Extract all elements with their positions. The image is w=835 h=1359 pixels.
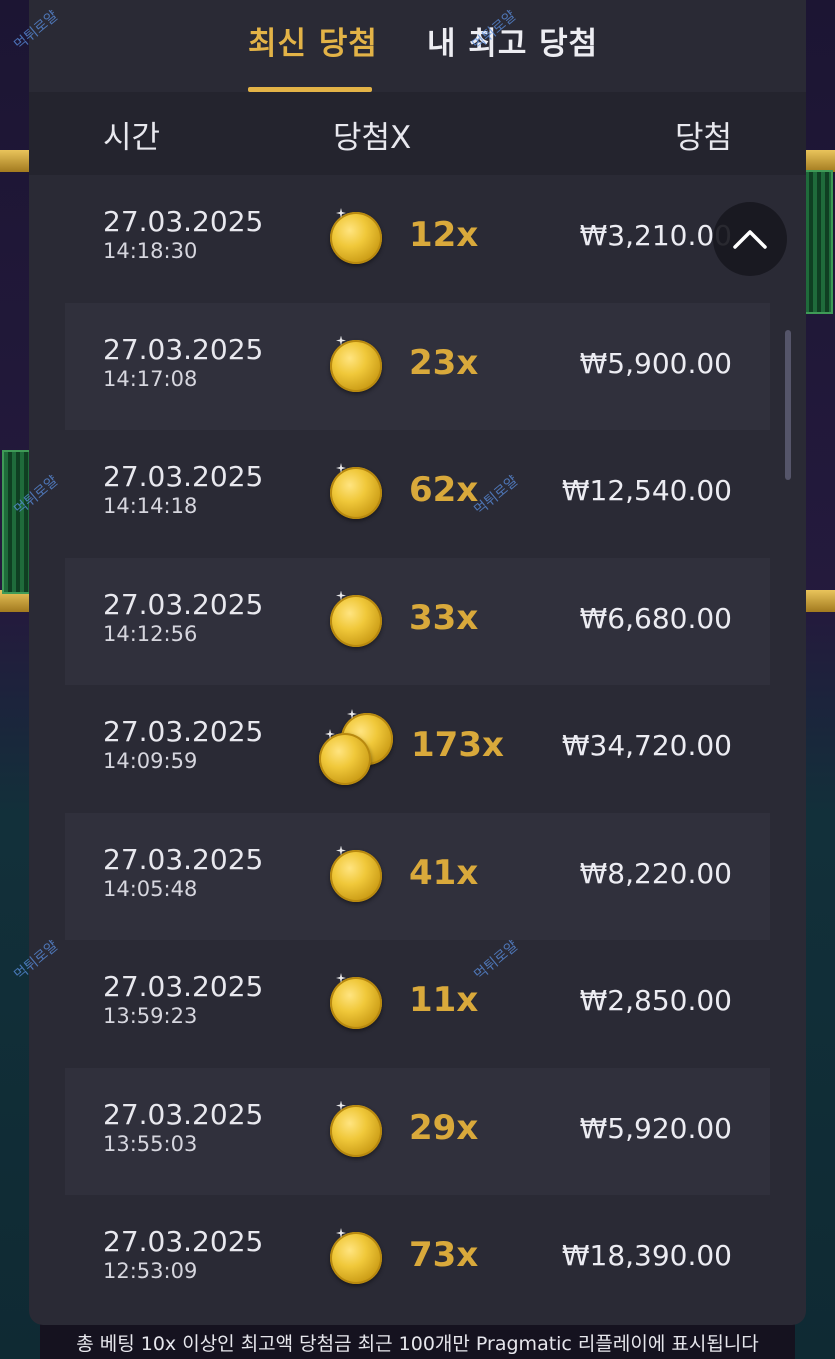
table-header: 시간 당첨X 당첨 bbox=[29, 92, 806, 175]
win-date: 27.03.2025 bbox=[103, 715, 264, 748]
table-row: 27.03.2025 13:55:03 29x ₩5,920.00 bbox=[65, 1067, 770, 1195]
win-amount: ₩34,720.00 bbox=[561, 729, 732, 762]
win-date: 27.03.2025 bbox=[103, 1225, 264, 1258]
gold-coin-icon bbox=[330, 212, 382, 264]
win-amount: ₩5,900.00 bbox=[579, 346, 732, 380]
column-header-time: 시간 bbox=[103, 120, 161, 156]
win-date: 27.03.2025 bbox=[103, 970, 264, 1003]
win-multiplier: 33x bbox=[409, 597, 479, 638]
table-row: 27.03.2025 14:17:08 23x ₩5,900.00 bbox=[65, 302, 770, 430]
win-multiplier: 41x bbox=[409, 852, 479, 893]
tab-bar: 최신 당첨 내 최고 당첨 bbox=[29, 0, 806, 92]
table-row: 27.03.2025 14:14:18 62x ₩12,540.00 bbox=[65, 430, 770, 557]
wins-panel: 최신 당첨 내 최고 당첨 시간 당첨X 당첨 27.03.2025 14:18:… bbox=[29, 0, 806, 1325]
win-multiplier: 73x bbox=[409, 1235, 479, 1275]
jade-tile-ornament bbox=[803, 170, 833, 314]
win-date: 27.03.2025 bbox=[103, 332, 264, 366]
win-time: 14:05:48 bbox=[103, 876, 198, 901]
win-multiplier: 173x bbox=[411, 725, 504, 765]
tab-latest-wins[interactable]: 최신 당첨 bbox=[248, 18, 378, 63]
win-multiplier: 62x bbox=[409, 470, 479, 510]
gold-coin-icon bbox=[330, 849, 382, 902]
table-row: 27.03.2025 14:09:59 173x ₩34,720.00 bbox=[65, 685, 770, 812]
table-row: 27.03.2025 14:12:56 33x ₩6,680.00 bbox=[65, 557, 770, 685]
table-row: 27.03.2025 13:59:23 11x ₩2,850.00 bbox=[65, 940, 770, 1067]
win-multiplier: 29x bbox=[409, 1107, 479, 1148]
table-row: 27.03.2025 14:05:48 41x ₩8,220.00 bbox=[65, 812, 770, 940]
win-time: 14:18:30 bbox=[103, 239, 198, 263]
jade-tile-ornament bbox=[2, 450, 32, 594]
gold-coin-icon bbox=[330, 1232, 382, 1284]
gold-coin-icon bbox=[330, 1104, 382, 1157]
gold-coin-icon bbox=[330, 339, 382, 392]
win-time: 13:59:23 bbox=[103, 1004, 198, 1028]
win-multiplier: 11x bbox=[409, 980, 479, 1020]
gold-frame-ornament bbox=[0, 150, 30, 172]
chevron-up-icon bbox=[733, 230, 767, 249]
gold-coin-icon bbox=[319, 733, 371, 785]
scrollbar[interactable] bbox=[785, 330, 791, 480]
gold-coin-icon bbox=[330, 977, 382, 1029]
win-amount: ₩3,210.00 bbox=[579, 219, 732, 252]
win-amount: ₩2,850.00 bbox=[579, 984, 732, 1017]
scroll-to-top-button[interactable] bbox=[713, 202, 787, 276]
win-date: 27.03.2025 bbox=[103, 205, 264, 238]
win-date: 27.03.2025 bbox=[103, 460, 264, 493]
table-row: 27.03.2025 14:18:30 12x ₩3,210.00 bbox=[65, 175, 770, 302]
win-date: 27.03.2025 bbox=[103, 842, 264, 876]
win-time: 14:17:08 bbox=[103, 366, 198, 391]
column-header-multiplier: 당첨X bbox=[333, 120, 412, 156]
win-multiplier: 12x bbox=[409, 215, 479, 255]
win-time: 14:12:56 bbox=[103, 621, 198, 646]
win-date: 27.03.2025 bbox=[103, 1097, 264, 1131]
win-amount: ₩6,680.00 bbox=[579, 601, 732, 635]
win-amount: ₩18,390.00 bbox=[561, 1239, 732, 1272]
column-header-win: 당첨 bbox=[674, 120, 732, 156]
win-amount: ₩12,540.00 bbox=[561, 474, 732, 507]
table-row: 27.03.2025 12:53:09 73x ₩18,390.00 bbox=[65, 1195, 770, 1322]
win-time: 12:53:09 bbox=[103, 1259, 198, 1283]
win-time: 14:09:59 bbox=[103, 749, 198, 773]
win-amount: ₩5,920.00 bbox=[579, 1111, 732, 1145]
gold-coin-icon bbox=[330, 594, 382, 647]
win-time: 14:14:18 bbox=[103, 494, 198, 518]
gold-frame-ornament bbox=[805, 150, 835, 172]
win-time: 13:55:03 bbox=[103, 1131, 198, 1156]
win-amount: ₩8,220.00 bbox=[579, 856, 732, 890]
footer-note: 총 베팅 10x 이상인 최고액 당첨금 최근 100개만 Pragmatic … bbox=[76, 1333, 759, 1355]
gold-frame-ornament bbox=[805, 590, 835, 612]
gold-coin-icon bbox=[330, 467, 382, 519]
win-multiplier: 23x bbox=[409, 342, 479, 383]
win-date: 27.03.2025 bbox=[103, 587, 264, 621]
